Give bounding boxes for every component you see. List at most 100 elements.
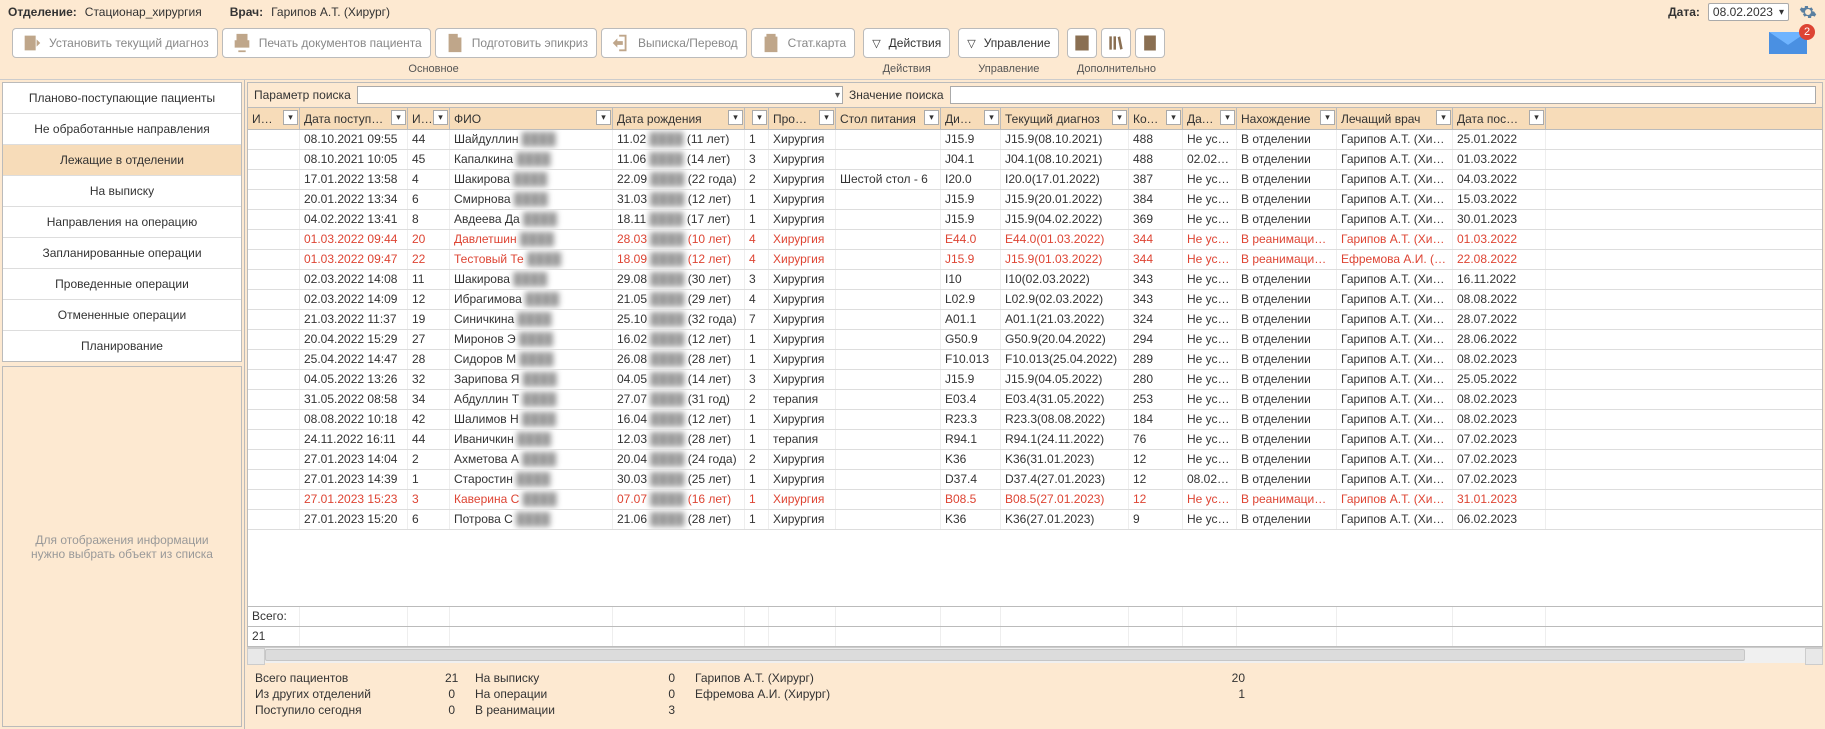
column-header[interactable]: Нахождение▾ <box>1237 108 1337 129</box>
table-row[interactable]: 27.01.2023 14:042Ахметова А ████20.04.██… <box>248 450 1822 470</box>
table-cell <box>836 150 941 169</box>
filter-icon[interactable]: ▾ <box>596 110 611 125</box>
column-header[interactable]: Кол…▾ <box>1129 108 1183 129</box>
filter-icon[interactable]: ▾ <box>728 110 743 125</box>
table-row[interactable]: 20.01.2022 13:346Смирнова ████31.03.████… <box>248 190 1822 210</box>
table-row[interactable]: 20.04.2022 15:2927Миронов Э ████16.02.██… <box>248 330 1822 350</box>
sidebar-item[interactable]: Не обработанные направления <box>3 114 241 145</box>
table-cell: 25.01.2022 <box>1453 130 1546 149</box>
table-cell: G50.9 <box>941 330 1001 349</box>
table-row[interactable]: 01.03.2022 09:4722Тестовый Те ████18.09.… <box>248 250 1822 270</box>
dept-label: Отделение: <box>8 5 77 19</box>
sidebar-item[interactable]: Направления на операцию <box>3 207 241 238</box>
extra-button-library[interactable] <box>1101 28 1131 58</box>
table-cell: 1 <box>745 130 769 149</box>
table-row[interactable]: 08.08.2022 10:1842Шалимов Н ████16.04.██… <box>248 410 1822 430</box>
filter-icon[interactable]: ▾ <box>391 110 406 125</box>
actions-dropdown[interactable]: ▽ Действия <box>863 28 950 58</box>
filter-icon[interactable]: ▾ <box>433 110 448 125</box>
sidebar-item[interactable]: Проведенные операции <box>3 269 241 300</box>
mail-button[interactable]: 2 <box>1767 26 1817 59</box>
column-header[interactable]: ФИО▾ <box>450 108 613 129</box>
table-row[interactable]: 27.01.2023 15:233Каверина С ████07.07.██… <box>248 490 1822 510</box>
table-row[interactable]: 08.10.2021 10:0545Капалкина ████11.06.██… <box>248 150 1822 170</box>
table-cell: 27.01.2023 14:39 <box>300 470 408 489</box>
set-diagnosis-button[interactable]: Установить текущий диагноз <box>12 28 218 58</box>
column-header[interactable]: Дата посл…▾ <box>1453 108 1546 129</box>
table-cell: 12 <box>1129 450 1183 469</box>
filter-icon[interactable]: ▾ <box>752 110 767 125</box>
epicrisis-button[interactable]: Подготовить эпикриз <box>435 28 597 58</box>
sidebar-item[interactable]: Планирование <box>3 331 241 361</box>
filter-icon[interactable]: ▾ <box>984 110 999 125</box>
extra-button-report[interactable] <box>1067 28 1097 58</box>
table-row[interactable]: 24.11.2022 16:1144Иваничкин ████12.03.██… <box>248 430 1822 450</box>
filter-icon[interactable]: ▾ <box>1436 110 1451 125</box>
table-cell: E44.0(01.03.2022) <box>1001 230 1129 249</box>
column-header[interactable]: Проф…▾ <box>769 108 836 129</box>
table-row[interactable]: 04.05.2022 13:2632Зарипова Я ████04.05.█… <box>248 370 1822 390</box>
discharge-button[interactable]: Выписка/Перевод <box>601 28 747 58</box>
date-picker[interactable]: 08.02.2023 ▾ <box>1708 3 1789 21</box>
table-cell: 1 <box>745 330 769 349</box>
gear-icon[interactable] <box>1799 3 1817 21</box>
table-cell: 11 <box>408 270 450 289</box>
filter-icon[interactable]: ▾ <box>1166 110 1181 125</box>
table-row[interactable]: 08.10.2021 09:5544Шайдуллин ████11.02.██… <box>248 130 1822 150</box>
table-row[interactable]: 17.01.2022 13:584Шакирова ████22.09.████… <box>248 170 1822 190</box>
table-cell: 7 <box>745 310 769 329</box>
filter-icon[interactable]: ▾ <box>924 110 939 125</box>
column-header[interactable]: Лечащий врач▾ <box>1337 108 1453 129</box>
filter-icon[interactable]: ▾ <box>1320 110 1335 125</box>
sidebar-item[interactable]: Планово-поступающие пациенты <box>3 83 241 114</box>
column-header[interactable]: ▾ <box>745 108 769 129</box>
statcard-button[interactable]: Стат.карта <box>751 28 856 58</box>
grid-hscrollbar[interactable] <box>247 647 1823 663</box>
column-header[interactable]: Стол питания▾ <box>836 108 941 129</box>
table-row[interactable]: 01.03.2022 09:4420Давлетшин ████28.03.██… <box>248 230 1822 250</box>
table-row[interactable]: 25.04.2022 14:4728Сидоров М ████26.08.██… <box>248 350 1822 370</box>
filter-icon[interactable]: ▾ <box>819 110 834 125</box>
filter-icon[interactable]: ▾ <box>1112 110 1127 125</box>
extra-button-card[interactable] <box>1135 28 1165 58</box>
table-row[interactable]: 31.05.2022 08:5834Абдуллин Т ████27.07.█… <box>248 390 1822 410</box>
column-header[interactable]: Дата поступл…▾ <box>300 108 408 129</box>
table-cell: Гарипов А.Т. (Хиру… <box>1337 290 1453 309</box>
column-header[interactable]: Дат…▾ <box>1183 108 1237 129</box>
search-param-combo[interactable]: ▾ <box>357 86 843 104</box>
column-header[interactable]: ИБ▾ <box>408 108 450 129</box>
column-header[interactable]: Инд…▾ <box>248 108 300 129</box>
table-row[interactable]: 02.03.2022 14:0811Шакирова ████29.08.███… <box>248 270 1822 290</box>
table-row[interactable]: 27.01.2023 14:391Старостин ████30.03.███… <box>248 470 1822 490</box>
grid-body[interactable]: 08.10.2021 09:5544Шайдуллин ████11.02.██… <box>248 130 1822 606</box>
table-row[interactable]: 21.03.2022 11:3719Синичкина ████25.10.██… <box>248 310 1822 330</box>
table-cell: Гарипов А.Т. (Хиру… <box>1337 370 1453 389</box>
table-cell <box>836 410 941 429</box>
column-header[interactable]: Текущий диагноз▾ <box>1001 108 1129 129</box>
column-header[interactable]: Диаг…▾ <box>941 108 1001 129</box>
search-value-input[interactable] <box>950 86 1816 104</box>
table-cell <box>836 210 941 229</box>
manage-dropdown[interactable]: ▽ Управление <box>958 28 1059 58</box>
filter-icon[interactable]: ▾ <box>283 110 298 125</box>
filter-icon[interactable]: ▾ <box>1529 110 1544 125</box>
table-cell: терапия <box>769 430 836 449</box>
print-docs-button[interactable]: Печать документов пациента <box>222 28 431 58</box>
sidebar-item[interactable]: Запланированные операции <box>3 238 241 269</box>
table-row[interactable]: 27.01.2023 15:206Потрова С ████21.06.███… <box>248 510 1822 530</box>
column-header[interactable]: Дата рождения▾ <box>613 108 745 129</box>
filter-icon[interactable]: ▾ <box>1220 110 1235 125</box>
table-row[interactable]: 02.03.2022 14:0912Ибрагимова ████21.05.█… <box>248 290 1822 310</box>
table-cell: Не уста… <box>1183 170 1237 189</box>
toolbar-group-actions: ▽ Действия Действия <box>859 26 954 79</box>
table-cell: Хирургия <box>769 270 836 289</box>
table-cell: 28.06.2022 <box>1453 330 1546 349</box>
table-cell <box>248 150 300 169</box>
sidebar-item[interactable]: На выписку <box>3 176 241 207</box>
table-row[interactable]: 04.02.2022 13:418Авдеева Да ████18.11.██… <box>248 210 1822 230</box>
table-cell: 343 <box>1129 270 1183 289</box>
sidebar-item[interactable]: Отмененные операции <box>3 300 241 331</box>
table-cell: В реанимации… <box>1237 250 1337 269</box>
sidebar-item[interactable]: Лежащие в отделении <box>3 145 241 176</box>
table-cell: Авдеева Да ████ <box>450 210 613 229</box>
